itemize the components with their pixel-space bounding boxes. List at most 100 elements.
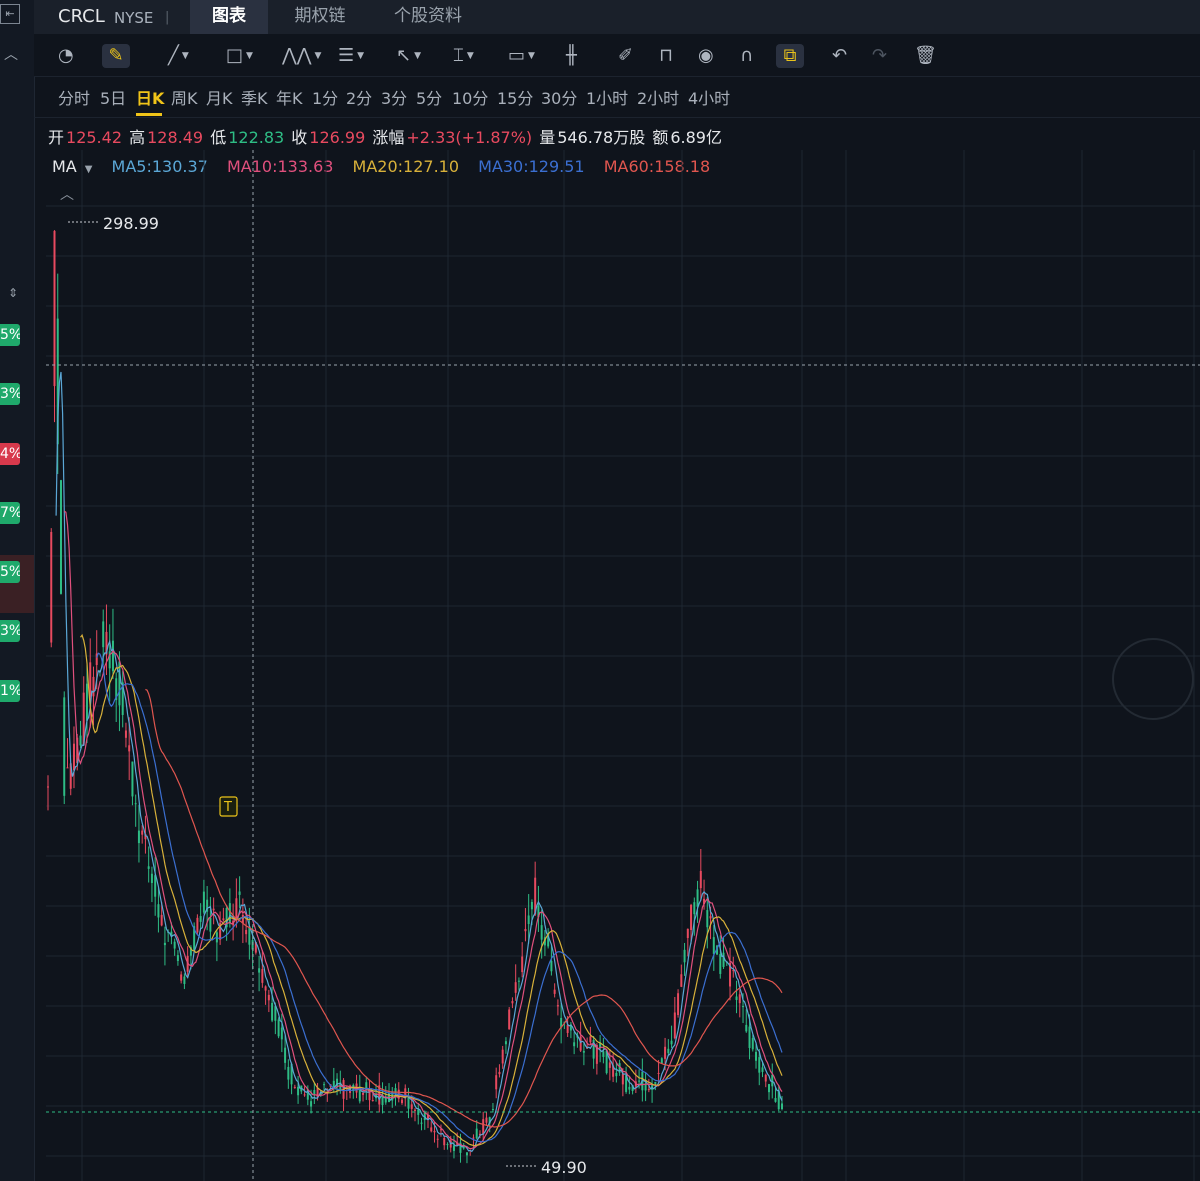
title-separator: | — [165, 10, 170, 25]
period-5day[interactable]: 5日 — [100, 85, 126, 109]
candle-body — [271, 1002, 274, 1021]
candle-body — [150, 873, 153, 884]
collapse-panel-icon[interactable]: ⇤ — [0, 4, 20, 24]
candle-body — [755, 1051, 758, 1061]
period-2min[interactable]: 2分 — [346, 85, 372, 109]
candle-icon[interactable]: ╫ — [566, 44, 577, 68]
text-icon[interactable]: ▭ ▼ — [508, 44, 535, 68]
period-1min[interactable]: 1分 — [312, 85, 338, 109]
candle-body — [683, 949, 686, 963]
candle-body — [414, 1109, 416, 1111]
low-label: 低 — [210, 128, 227, 147]
low-value: 122.83 — [228, 128, 285, 147]
candle-body — [680, 974, 683, 987]
candle-body — [134, 803, 137, 805]
close-label: 收 — [291, 128, 308, 147]
period-quarterly[interactable]: 季K — [241, 85, 268, 109]
period-yearly[interactable]: 年K — [276, 85, 303, 109]
candle-body — [430, 1127, 433, 1132]
measure-icon[interactable]: ⌶ ▼ — [453, 44, 474, 68]
candle-body — [384, 1097, 387, 1103]
candle-body — [407, 1096, 410, 1109]
period-1hour[interactable]: 1小时 — [586, 85, 628, 109]
candle-body — [235, 898, 238, 920]
candle-body — [654, 1081, 657, 1084]
period-intraday[interactable]: 分时 — [58, 85, 90, 109]
period-10min[interactable]: 10分 — [452, 85, 488, 109]
period-5min[interactable]: 5分 — [416, 85, 442, 109]
arrow-icon[interactable]: ↖ ▼ — [396, 44, 421, 68]
candle-body — [712, 937, 715, 954]
change-label: 涨幅 — [372, 128, 405, 147]
fib-icon[interactable]: ☰ ▼ — [338, 44, 364, 68]
period-30min[interactable]: 30分 — [541, 85, 577, 109]
period-daily[interactable]: 日K — [136, 85, 164, 109]
redo-icon[interactable]: ↷ — [872, 44, 887, 68]
candle-body — [719, 954, 722, 974]
candle-body — [50, 531, 53, 643]
close-value: 126.99 — [309, 128, 366, 147]
period-15min[interactable]: 15分 — [497, 85, 533, 109]
trend-line-icon[interactable]: ╱ ▼ — [168, 44, 189, 68]
candle-body — [735, 996, 738, 1000]
change-badge[interactable]: 3% — [0, 620, 20, 642]
candlestick-chart[interactable]: 298.99 49.90 T — [34, 150, 1200, 1181]
period-weekly[interactable]: 周K — [171, 85, 198, 109]
candle-body — [102, 621, 105, 648]
magnet-icon[interactable]: ∩ — [740, 44, 753, 68]
amount-value: 6.89亿 — [670, 128, 722, 147]
candle-body — [589, 1036, 592, 1043]
drawing-toolbar — [34, 34, 1200, 77]
candle-body — [128, 745, 131, 752]
candle-body — [670, 1040, 673, 1045]
period-4hour[interactable]: 4小时 — [688, 85, 730, 109]
rectangle-icon[interactable]: □ ▼ — [226, 44, 253, 68]
candle-body — [111, 640, 114, 672]
sort-icon[interactable]: ⇕ — [8, 286, 18, 300]
trash-icon[interactable]: 🗑 — [914, 44, 937, 68]
candle-body — [573, 1042, 576, 1047]
candle-body — [323, 1084, 326, 1086]
candle-body — [446, 1144, 449, 1146]
candle-body — [85, 683, 88, 721]
pencil-edit-icon[interactable]: ✎ — [102, 44, 130, 68]
candle-body — [154, 875, 157, 897]
tab-profile[interactable]: 个股资料 — [380, 0, 476, 34]
pattern-icon[interactable]: ⋀⋀ ▼ — [282, 44, 321, 68]
tab-options-chain[interactable]: 期权链 — [280, 0, 360, 34]
change-badge[interactable]: 5% — [0, 324, 20, 346]
change-badge[interactable]: 1% — [0, 680, 20, 702]
candle-body — [180, 974, 183, 981]
candle-body — [686, 928, 689, 938]
candle-body — [722, 952, 725, 967]
change-badge[interactable]: 5% — [0, 561, 20, 583]
period-3min[interactable]: 3分 — [381, 85, 407, 109]
change-badge[interactable]: 4% — [0, 443, 20, 465]
eye-icon[interactable]: ◉ — [698, 44, 714, 68]
chevron-up-icon[interactable]: ︿ — [4, 44, 18, 64]
lock-icon[interactable]: ⊓ — [659, 44, 673, 68]
undo-icon[interactable]: ↶ — [832, 44, 847, 68]
candle-body — [699, 870, 702, 889]
speedometer-icon[interactable]: ◔ — [58, 44, 74, 68]
candle-body — [436, 1138, 439, 1140]
period-monthly[interactable]: 月K — [206, 85, 233, 109]
candle-body — [59, 480, 62, 594]
ma20-line — [80, 633, 783, 1147]
tab-chart[interactable]: 图表 — [190, 0, 268, 34]
candle-body — [141, 830, 144, 835]
candle-body — [284, 1047, 287, 1063]
change-badge[interactable]: 3% — [0, 383, 20, 405]
candle-body — [465, 1152, 468, 1156]
candle-body — [758, 1057, 761, 1073]
link-icon[interactable]: ⧉ — [776, 44, 804, 68]
candle-body — [277, 1019, 280, 1037]
candle-body — [475, 1128, 478, 1139]
period-2hour[interactable]: 2小时 — [637, 85, 679, 109]
candle-body — [738, 994, 741, 1004]
candle-body — [176, 955, 179, 962]
change-badge[interactable]: 7% — [0, 502, 20, 524]
candle-body — [53, 230, 56, 387]
candle-body — [131, 761, 134, 797]
brush-icon[interactable]: ✐ — [618, 44, 633, 68]
